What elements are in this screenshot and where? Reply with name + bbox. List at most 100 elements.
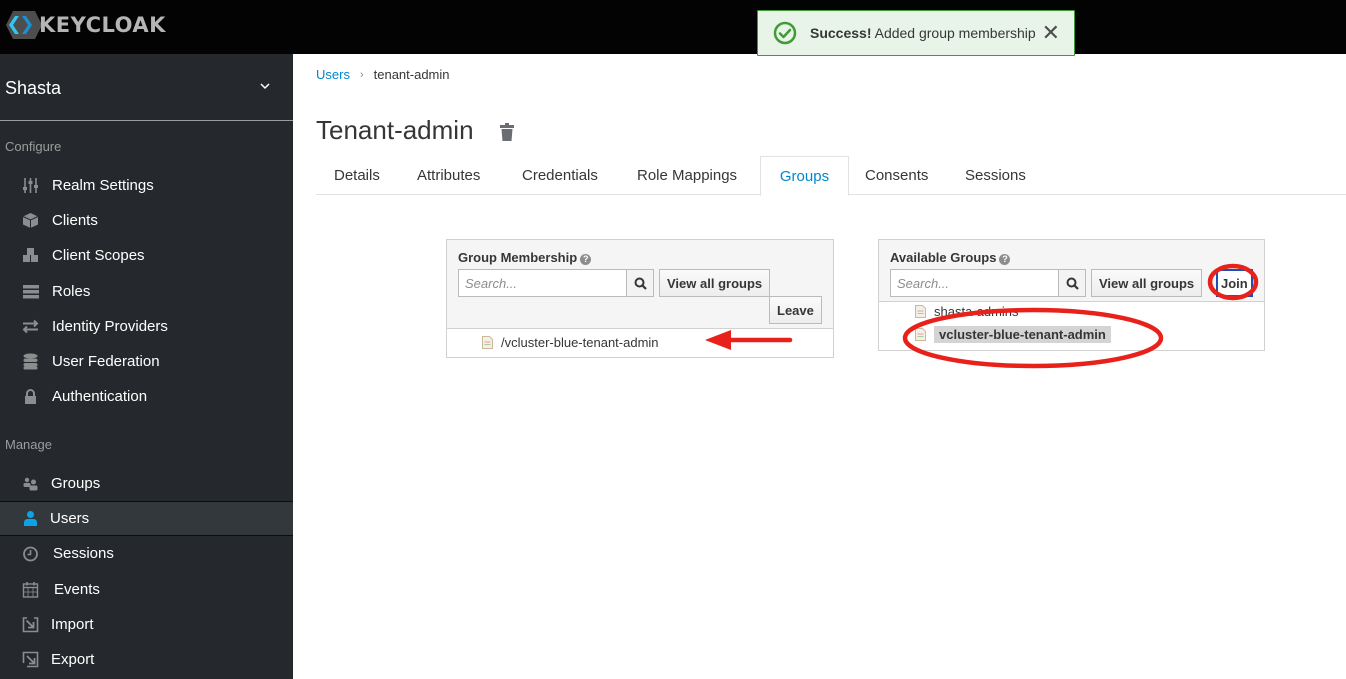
keycloak-logo-icon [6, 11, 42, 39]
list-icon [23, 285, 39, 299]
sidebar-item-label: Client Scopes [52, 247, 145, 264]
sidebar-item-label: Authentication [52, 388, 148, 405]
sidebar-item-authentication[interactable]: Authentication [0, 379, 293, 414]
tab-role-mappings[interactable]: Role Mappings [637, 156, 737, 195]
cube-icon [22, 213, 39, 228]
sidebar-item-label: Import [51, 616, 94, 633]
available-groups-title-text: Available Groups [890, 250, 997, 265]
tab-consents[interactable]: Consents [865, 156, 928, 195]
sidebar-item-events[interactable]: Events [0, 572, 293, 607]
exchange-icon [22, 319, 39, 334]
sidebar-item-label: Identity Providers [52, 318, 168, 335]
available-groups-search-button[interactable] [1058, 269, 1086, 297]
chevron-down-icon [260, 83, 270, 90]
tab-details[interactable]: Details [334, 156, 380, 195]
breadcrumb-separator-icon: › [359, 68, 364, 81]
available-groups-header: Available Groups? View all groups Join [879, 240, 1264, 302]
group-membership-view-all-button[interactable]: View all groups [659, 269, 771, 297]
available-groups-search [890, 269, 1086, 297]
toast-title: Success! [810, 25, 872, 41]
sidebar-item-user-federation[interactable]: User Federation [0, 344, 293, 379]
tab-attributes[interactable]: Attributes [417, 156, 480, 195]
user-tabs: Details Attributes Credentials Role Mapp… [316, 156, 1346, 196]
sidebar-item-label: User Federation [52, 353, 160, 370]
available-group-item-selected[interactable]: vcluster-blue-tenant-admin [915, 326, 1111, 343]
sidebar-item-client-scopes[interactable]: Client Scopes [0, 238, 293, 273]
sidebar-item-label: Users [50, 510, 90, 527]
user-icon [24, 511, 37, 526]
sidebar-item-clients[interactable]: Clients [0, 203, 293, 238]
toast-body: Added group membership [874, 25, 1036, 41]
sidebar-item-roles[interactable]: Roles [0, 274, 293, 309]
breadcrumb-users-link[interactable]: Users [316, 67, 350, 82]
help-icon[interactable]: ? [580, 254, 592, 265]
sidebar-item-label: Sessions [53, 545, 114, 562]
page-title: Tenant-admin [316, 115, 474, 145]
breadcrumb: Users › tenant-admin [316, 67, 450, 82]
help-icon[interactable]: ? [999, 254, 1011, 265]
calendar-icon [22, 582, 39, 598]
sidebar-item-label: Export [51, 651, 95, 668]
brand-name: KEYCLOAK [39, 13, 166, 37]
sidebar-item-groups[interactable]: Groups [0, 466, 293, 501]
keycloak-logo[interactable]: KEYCLOAK [5, 10, 166, 40]
tab-sessions[interactable]: Sessions [965, 156, 1026, 195]
member-group-item[interactable]: /vcluster-blue-tenant-admin [482, 335, 659, 350]
member-group-label: /vcluster-blue-tenant-admin [501, 335, 659, 350]
trash-icon[interactable] [499, 122, 515, 142]
sidebar-item-label: Realm Settings [52, 177, 154, 194]
sidebar-item-realm-settings[interactable]: Realm Settings [0, 168, 293, 203]
realm-name: Shasta [5, 78, 62, 98]
group-file-icon [482, 336, 493, 349]
sidebar-item-identity-providers[interactable]: Identity Providers [0, 309, 293, 344]
import-icon [22, 617, 39, 633]
available-group-label: vcluster-blue-tenant-admin [934, 326, 1111, 343]
group-membership-title: Group Membership? [458, 250, 592, 265]
available-group-label: shasta-admins [934, 304, 1019, 319]
search-icon [1066, 277, 1079, 290]
group-membership-search-button[interactable] [626, 269, 654, 297]
group-membership-search [458, 269, 654, 297]
success-toast: Success! Added group membership ✕ [757, 10, 1075, 56]
tab-credentials[interactable]: Credentials [522, 156, 598, 195]
clock-icon [23, 546, 38, 562]
group-file-icon [915, 328, 926, 341]
close-icon[interactable]: ✕ [1042, 22, 1060, 44]
available-group-item[interactable]: shasta-admins [915, 304, 1019, 319]
group-membership-panel: Group Membership? View all groups Leave … [446, 239, 834, 358]
realm-selector[interactable]: Shasta [0, 54, 293, 121]
database-icon [23, 353, 38, 370]
group-membership-search-input[interactable] [458, 269, 626, 297]
available-groups-panel: Available Groups? View all groups Join s… [878, 239, 1265, 351]
section-label-configure: Configure [5, 139, 62, 154]
check-circle-icon [773, 21, 797, 45]
sidebar-item-label: Events [54, 581, 100, 598]
sliders-icon [23, 178, 38, 193]
group-membership-header: Group Membership? View all groups Leave [447, 240, 833, 329]
cubes-icon [23, 248, 38, 262]
sidebar-item-label: Roles [52, 283, 91, 300]
sidebar-item-import[interactable]: Import [0, 607, 293, 642]
leave-button[interactable]: Leave [769, 296, 822, 324]
export-icon [22, 651, 39, 668]
available-groups-view-all-button[interactable]: View all groups [1091, 269, 1203, 297]
toast-message: Success! Added group membership [810, 25, 1036, 41]
section-label-manage: Manage [5, 437, 52, 452]
sidebar-item-label: Groups [51, 475, 101, 492]
lock-icon [25, 389, 36, 404]
available-groups-search-input[interactable] [890, 269, 1058, 297]
sidebar: Shasta Configure Realm Settings Clients … [0, 54, 293, 679]
sidebar-item-label: Clients [52, 212, 98, 229]
sidebar-item-sessions[interactable]: Sessions [0, 536, 293, 571]
tab-groups[interactable]: Groups [760, 156, 849, 196]
sidebar-item-users[interactable]: Users [0, 501, 293, 536]
main-content: Users › tenant-admin Tenant-admin Detail… [293, 54, 1346, 679]
join-button[interactable]: Join [1216, 269, 1253, 297]
search-icon [634, 277, 647, 290]
group-file-icon [915, 305, 926, 318]
group-membership-title-text: Group Membership [458, 250, 578, 265]
sidebar-item-export[interactable]: Export [0, 642, 293, 677]
users-icon [23, 477, 38, 491]
top-navbar: KEYCLOAK [0, 0, 1346, 54]
breadcrumb-current: tenant-admin [373, 67, 450, 82]
